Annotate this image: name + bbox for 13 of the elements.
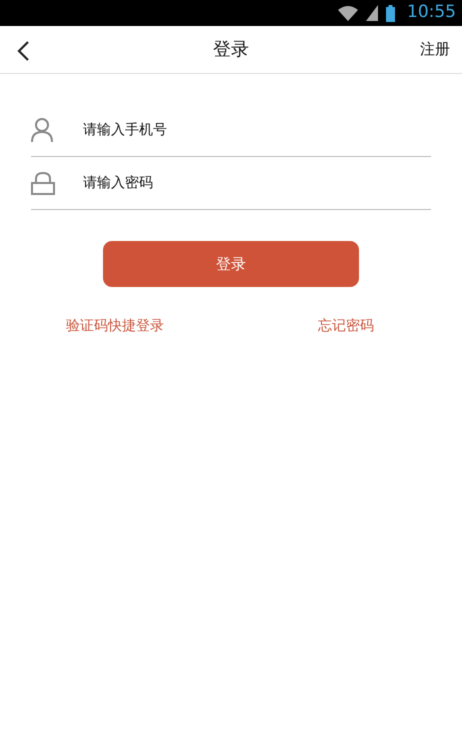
person-icon (31, 118, 53, 142)
battery-icon (386, 4, 395, 22)
page-title: 登录 (213, 38, 249, 62)
clock-time: 10:55 (407, 1, 456, 24)
register-link[interactable]: 注册 (420, 38, 450, 60)
login-button[interactable]: 登录 (103, 241, 359, 287)
signal-icon (366, 5, 378, 21)
forgot-password-link[interactable]: 忘记密码 (318, 316, 374, 337)
wifi-icon (338, 5, 358, 21)
phone-field[interactable]: 请输入手机号 (83, 120, 431, 140)
lock-icon (31, 171, 55, 195)
sms-login-link[interactable]: 验证码快捷登录 (66, 316, 164, 337)
password-field[interactable]: 请输入密码 (83, 172, 431, 194)
